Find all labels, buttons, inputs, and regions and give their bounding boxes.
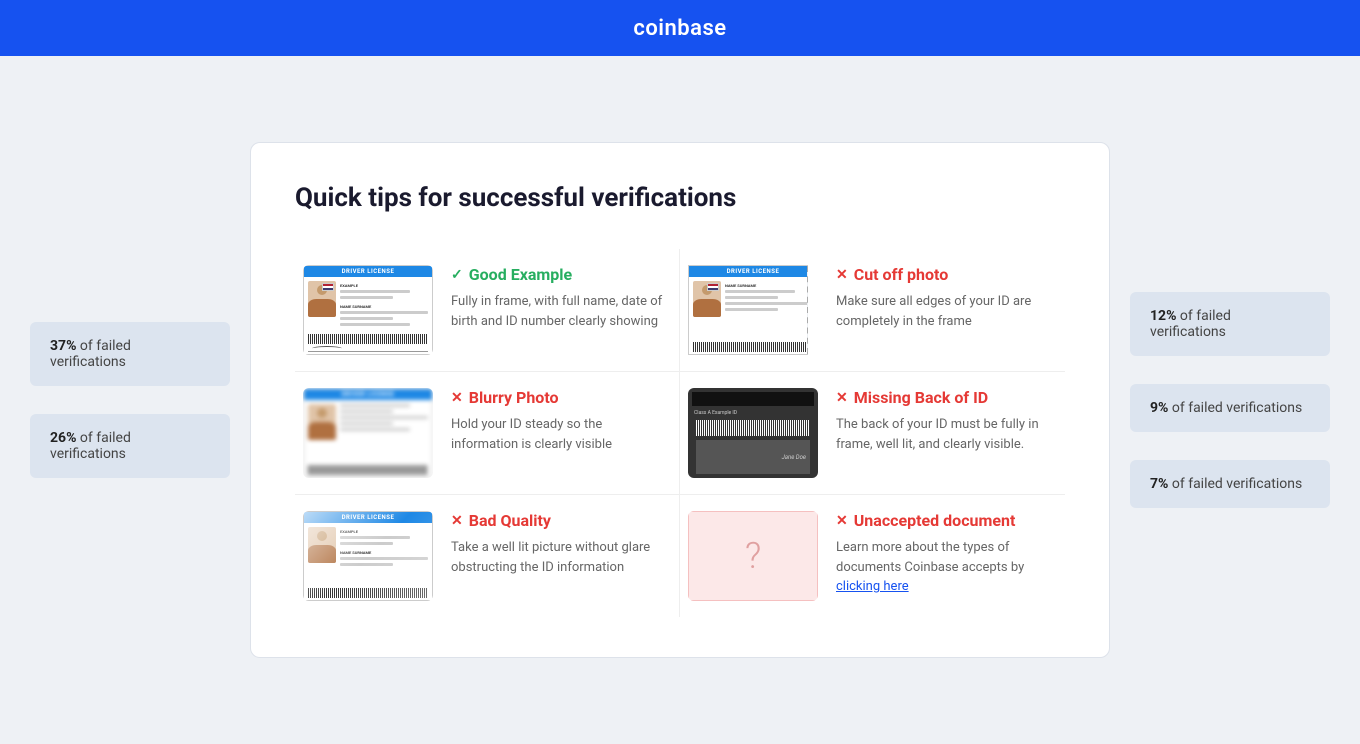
missing-back-title-text: Missing Back of ID: [854, 388, 988, 407]
example-good-title: ✓ Good Example: [451, 265, 671, 284]
id-thumbnail-blurry: DRIVER LICENSE: [303, 388, 433, 478]
check-icon: ✓: [451, 267, 463, 283]
right-stat-3-label: of failed verifications: [1172, 476, 1302, 492]
right-stat-1-percent: 12%: [1150, 308, 1176, 324]
coinbase-logo: coinbase: [633, 16, 726, 41]
right-stat-2-label: of failed verifications: [1172, 400, 1302, 416]
id-thumbnail-back: Class A Example ID Jane Doe: [688, 388, 818, 478]
right-stat-3: 7% of failed verifications: [1130, 460, 1330, 508]
cutoff-title-text: Cut off photo: [854, 265, 949, 284]
example-good-content: ✓ Good Example Fully in frame, with full…: [451, 265, 671, 331]
example-missing-back-desc: The back of your ID must be fully in fra…: [836, 415, 1057, 454]
example-cutoff-title: ✕ Cut off photo: [836, 265, 1057, 284]
example-unaccepted-title: ✕ Unaccepted document: [836, 511, 1057, 530]
example-blurry-desc: Hold your ID steady so the information i…: [451, 415, 671, 454]
left-stat-1-percent: 37%: [50, 338, 76, 354]
question-mark-icon: ?: [745, 535, 761, 577]
example-missing-back-title: ✕ Missing Back of ID: [836, 388, 1057, 407]
main-area: 37% of failed verifications 26% of faile…: [0, 56, 1360, 744]
right-stat-3-percent: 7%: [1150, 476, 1168, 492]
right-stat-2-percent: 9%: [1150, 400, 1168, 416]
example-good-desc: Fully in frame, with full name, date of …: [451, 292, 671, 331]
example-blurry: DRIVER LICENSE: [295, 372, 680, 495]
good-title-text: Good Example: [469, 265, 572, 284]
example-cutoff: DRIVER LICENSE NAME SURNAME: [680, 249, 1065, 372]
right-stat-1: 12% of failed verifications: [1130, 292, 1330, 356]
bad-quality-title-text: Bad Quality: [469, 511, 551, 530]
x-icon-back: ✕: [836, 390, 848, 406]
clicking-here-link[interactable]: clicking here: [836, 579, 909, 594]
top-header: coinbase: [0, 0, 1360, 56]
x-icon-blurry: ✕: [451, 390, 463, 406]
left-stat-2: 26% of failed verifications: [30, 414, 230, 478]
example-blurry-content: ✕ Blurry Photo Hold your ID steady so th…: [451, 388, 671, 454]
example-bad-quality: DRIVER LICENSE EXAMPLE NAME SURNAME: [295, 495, 680, 617]
blurry-title-text: Blurry Photo: [469, 388, 559, 407]
id-thumbnail-bad: DRIVER LICENSE EXAMPLE NAME SURNAME: [303, 511, 433, 601]
example-blurry-title: ✕ Blurry Photo: [451, 388, 671, 407]
examples-grid: DRIVER LICENSE EXAMPLE NAME SURNAME: [295, 249, 1065, 617]
example-bad-quality-content: ✕ Bad Quality Take a well lit picture wi…: [451, 511, 671, 577]
left-stat-1: 37% of failed verifications: [30, 322, 230, 386]
example-unaccepted-content: ✕ Unaccepted document Learn more about t…: [836, 511, 1057, 597]
example-unaccepted: ? ✕ Unaccepted document Learn more about…: [680, 495, 1065, 617]
id-thumbnail-cutoff: DRIVER LICENSE NAME SURNAME: [688, 265, 818, 355]
example-missing-back-content: ✕ Missing Back of ID The back of your ID…: [836, 388, 1057, 454]
left-stat-2-percent: 26%: [50, 430, 76, 446]
unaccepted-title-text: Unaccepted document: [854, 511, 1016, 530]
x-icon-cutoff: ✕: [836, 267, 848, 283]
x-icon-unaccepted: ✕: [836, 513, 848, 529]
example-bad-quality-title: ✕ Bad Quality: [451, 511, 671, 530]
main-card: Quick tips for successful verifications …: [250, 142, 1110, 658]
id-thumbnail-good: DRIVER LICENSE EXAMPLE NAME SURNAME: [303, 265, 433, 355]
example-unaccepted-desc: Learn more about the types of documents …: [836, 538, 1057, 597]
example-cutoff-desc: Make sure all edges of your ID are compl…: [836, 292, 1057, 331]
example-good: DRIVER LICENSE EXAMPLE NAME SURNAME: [295, 249, 680, 372]
x-icon-bad: ✕: [451, 513, 463, 529]
example-bad-quality-desc: Take a well lit picture without glare ob…: [451, 538, 671, 577]
right-stat-2: 9% of failed verifications: [1130, 384, 1330, 432]
page-title: Quick tips for successful verifications: [295, 183, 1065, 213]
left-stats-panel: 37% of failed verifications 26% of faile…: [30, 322, 230, 478]
id-thumbnail-unaccepted: ?: [688, 511, 818, 601]
example-missing-back: Class A Example ID Jane Doe ✕ Missing Ba…: [680, 372, 1065, 495]
example-cutoff-content: ✕ Cut off photo Make sure all edges of y…: [836, 265, 1057, 331]
right-stats-panel: 12% of failed verifications 9% of failed…: [1130, 292, 1330, 508]
